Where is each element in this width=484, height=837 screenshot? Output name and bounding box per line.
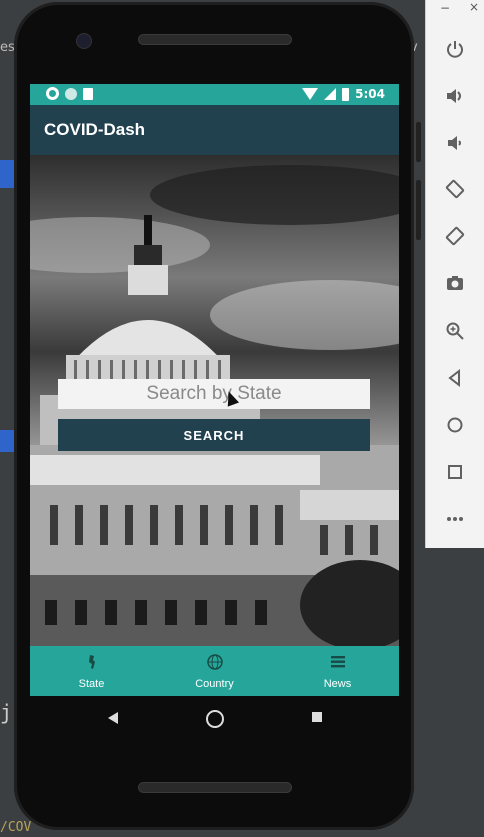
nav-item-country[interactable]: Country	[153, 646, 276, 696]
power-button-side	[416, 122, 421, 162]
nav-label-state: State	[78, 678, 105, 690]
bottom-speaker	[138, 782, 292, 793]
status-time: 5:04	[355, 87, 385, 101]
signal-icon	[324, 88, 337, 100]
nav-recents-icon[interactable]	[312, 712, 322, 722]
rotate-right-icon[interactable]	[444, 225, 466, 247]
camera-icon[interactable]	[444, 272, 466, 294]
more-icon[interactable]	[444, 508, 466, 530]
rotate-left-icon[interactable]	[444, 178, 466, 200]
ide-text: es	[0, 40, 15, 55]
phone-screen: 5:04 COVID-Dash Search by State SEARCH S…	[30, 84, 399, 696]
settings-icon	[46, 87, 59, 100]
android-navigation-bar	[30, 696, 399, 742]
nav-item-state[interactable]: State	[30, 646, 153, 696]
bottom-navigation: State Country News	[30, 646, 399, 696]
globe-icon	[206, 654, 223, 670]
minimize-button[interactable]: −	[440, 1, 450, 15]
home-icon[interactable]	[444, 414, 466, 436]
volume-up-icon[interactable]	[444, 85, 466, 107]
close-button[interactable]: ×	[469, 0, 479, 14]
battery-icon	[342, 87, 350, 101]
ide-selection-marker	[0, 160, 14, 188]
state-search-input[interactable]	[58, 379, 370, 409]
top-speaker	[138, 34, 292, 45]
news-icon	[330, 656, 345, 668]
state-map-icon	[88, 655, 95, 669]
app-bar: COVID-Dash	[30, 105, 399, 155]
app-title: COVID-Dash	[44, 120, 146, 139]
nav-home-icon[interactable]	[206, 710, 224, 728]
nav-label-news: News	[323, 678, 352, 690]
nav-back-icon[interactable]	[108, 712, 118, 724]
volume-down-icon[interactable]	[444, 132, 466, 154]
status-bar: 5:04	[30, 84, 399, 105]
emulator-toolbar: − ×	[425, 0, 484, 548]
ide-selection-marker	[0, 430, 14, 452]
front-camera	[76, 33, 92, 49]
circle-icon	[65, 87, 77, 100]
volume-rocker	[416, 180, 421, 240]
wifi-icon	[302, 88, 319, 100]
sd-card-icon	[83, 87, 93, 100]
ide-text: j	[0, 700, 13, 724]
search-button[interactable]: SEARCH	[58, 419, 370, 451]
zoom-icon[interactable]	[444, 320, 466, 342]
power-icon[interactable]	[444, 38, 466, 60]
overview-icon[interactable]	[444, 461, 466, 483]
nav-label-country: Country	[195, 678, 234, 690]
nav-item-news[interactable]: News	[276, 646, 399, 696]
capitol-background-image: SEARCH	[30, 155, 399, 646]
back-icon[interactable]	[444, 367, 466, 389]
ide-code-text: /COV	[0, 820, 32, 835]
